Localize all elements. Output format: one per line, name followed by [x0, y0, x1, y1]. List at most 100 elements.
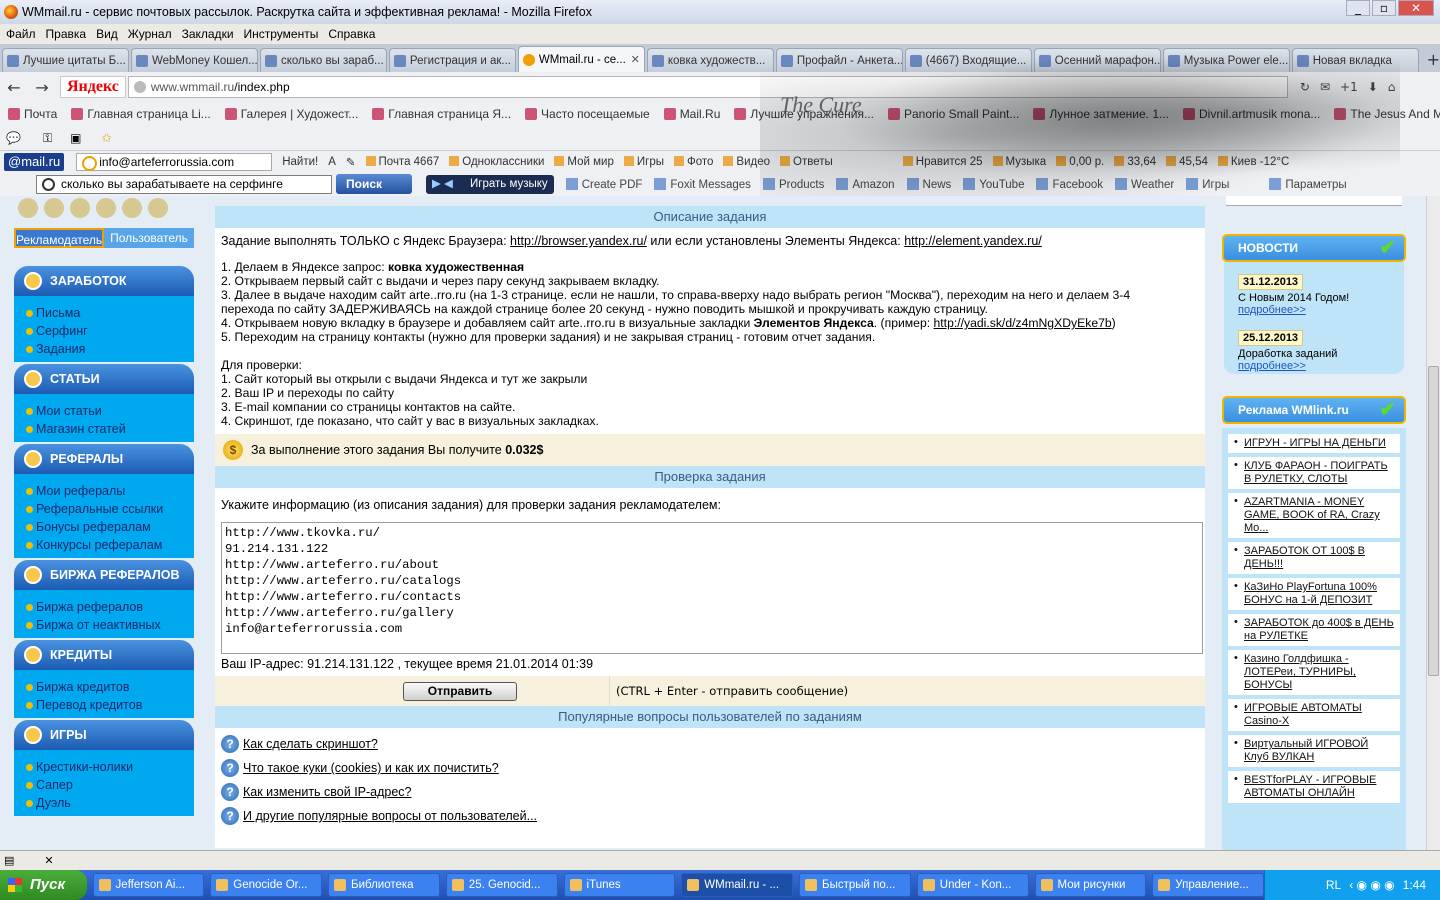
faq-item[interactable]: ? Что такое куки (cookies) и как их почис…: [221, 756, 1199, 780]
key-icon[interactable]: ⚿: [43, 131, 52, 146]
ask-search-button[interactable]: Поиск: [336, 174, 412, 194]
ad-link[interactable]: Казино Голдфишка - ЛОТЕРеи, ТУРНИРЫ, БОН…: [1228, 650, 1400, 695]
sidebar-item-my-referrals[interactable]: Мои рефералы: [14, 482, 194, 500]
sidebar-item-referral-exchange[interactable]: Биржа рефералов: [14, 598, 194, 616]
language-indicator[interactable]: RL: [1326, 878, 1341, 892]
menu-view[interactable]: Вид: [96, 27, 118, 41]
taskbar-item[interactable]: Библиотека: [328, 873, 440, 897]
sidebar-item-my-articles[interactable]: Мои статьи: [14, 402, 194, 420]
new-tab-icon[interactable]: +: [1427, 48, 1440, 72]
ad-link[interactable]: AZARTMANIA - MONEY GAME, BOOK of RA, Cra…: [1228, 493, 1400, 538]
taskbar-item[interactable]: iTunes: [563, 873, 676, 897]
sidebar-item-tasks[interactable]: Задания: [14, 340, 194, 358]
star-icon[interactable]: ✩: [101, 131, 111, 145]
camera-icon[interactable]: ▣: [70, 131, 81, 145]
news-more-link[interactable]: подробнее>>: [1238, 304, 1392, 316]
faq-item[interactable]: ? И другие популярные вопросы от пользова…: [221, 804, 1199, 828]
minimize-button[interactable]: _: [1346, 0, 1370, 16]
ask-item-settings[interactable]: Параметры: [1269, 177, 1347, 191]
sidebar-item-surfing[interactable]: Серфинг: [14, 322, 194, 340]
ask-search-input[interactable]: сколько вы зарабатываете на серфинге: [36, 174, 332, 194]
bookmark-3[interactable]: Главная страница Я...: [372, 107, 511, 121]
bookmark-10[interactable]: The Jesus And Mary ...: [1334, 107, 1440, 121]
mailru-item-mail[interactable]: Почта 4667: [365, 155, 439, 168]
taskbar-item[interactable]: Быстрый по...: [799, 873, 911, 897]
tab-2[interactable]: сколько вы зараб...: [259, 48, 387, 72]
ad-link[interactable]: ИГРОВЫЕ АВТОМАТЫ Casino-X: [1228, 699, 1400, 731]
yandex-browser-link[interactable]: http://browser.yandex.ru/: [510, 234, 647, 248]
send-button[interactable]: Отправить: [403, 681, 517, 701]
mailru-item-eur[interactable]: 45,54: [1166, 155, 1208, 168]
login-user-button[interactable]: Пользователь: [104, 228, 194, 248]
taskbar-item-active[interactable]: WMmail.ru - ...: [681, 873, 794, 897]
mailru-item-ok[interactable]: Одноклассники: [449, 155, 544, 168]
download-icon[interactable]: ⬇: [1368, 80, 1378, 94]
taskbar-item[interactable]: Управление...: [1152, 873, 1265, 897]
cloud-plus-one[interactable]: +1: [1340, 80, 1358, 94]
addon-icon[interactable]: ▤: [4, 854, 14, 867]
taskbar-item[interactable]: Jefferson Ai...: [92, 873, 205, 897]
pen-icon[interactable]: ✎: [346, 155, 356, 169]
menu-help[interactable]: Справка: [328, 27, 375, 41]
tab-9[interactable]: Музыка Power ele...: [1162, 48, 1290, 72]
section-referrals-title[interactable]: РЕФЕРАЛЫ: [14, 444, 194, 474]
sidebar-item-tictactoe[interactable]: Крестики-нолики: [14, 758, 194, 776]
bookmark-7[interactable]: Panorio Small Paint...: [887, 107, 1019, 121]
chat-icon[interactable]: 💬: [6, 131, 21, 145]
mail-icon[interactable]: ✉: [1320, 80, 1330, 94]
ad-link[interactable]: Виртуальный ИГРОВОЙ Клуб ВУЛКАН: [1228, 735, 1400, 767]
ad-link[interactable]: ИГРУН - ИГРЫ НА ДЕНЬГИ: [1228, 434, 1400, 453]
login-advertiser-button[interactable]: Рекламодатель: [14, 228, 104, 248]
ask-item-products[interactable]: Products: [762, 177, 824, 191]
bookmark-9[interactable]: Divnil.artmusik mona...: [1183, 107, 1320, 121]
ad-link[interactable]: BESTforPLAY - ИГРОВЫЕ АВТОМАТЫ ОНЛАЙН: [1228, 771, 1400, 803]
start-button[interactable]: Пуск: [0, 870, 87, 900]
sidebar-item-credit-transfer[interactable]: Перевод кредитов: [14, 696, 194, 714]
mailru-item-usd[interactable]: 33,64: [1114, 155, 1156, 168]
home-icon[interactable]: ⌂: [1388, 80, 1396, 94]
bookmark-1[interactable]: Главная страница Li...: [71, 107, 211, 121]
yandex-elements-link[interactable]: http://element.yandex.ru/: [904, 234, 1042, 248]
ad-link[interactable]: КЛУБ ФАРАОН - ПОИГРАТЬ В РУЛЕТКУ, СЛОТЫ: [1228, 457, 1400, 489]
yandex-logo[interactable]: Яндекс: [60, 76, 126, 98]
scrollbar-thumb[interactable]: [1428, 366, 1439, 676]
section-credits-title[interactable]: КРЕДИТЫ: [14, 640, 194, 670]
play-music-control[interactable]: Играть музыку: [426, 174, 554, 194]
tab-4-active[interactable]: WMmail.ru - се... ✕: [517, 46, 645, 72]
page-scrollbar[interactable]: [1426, 196, 1440, 850]
taskbar-item[interactable]: Under - Kon...: [916, 873, 1029, 897]
mailru-item-money[interactable]: 0,00 р.: [1056, 155, 1104, 168]
section-games-title[interactable]: ИГРЫ: [14, 720, 194, 750]
mailru-item-myworld[interactable]: Мой мир: [554, 155, 614, 168]
tab-6[interactable]: Профайл - Анкета...: [775, 48, 903, 72]
news-more-link[interactable]: подробнее>>: [1238, 360, 1392, 372]
sidebar-item-letters[interactable]: Письма: [14, 304, 194, 322]
section-referral-exchange-title[interactable]: БИРЖА РЕФЕРАЛОВ: [14, 560, 194, 590]
sidebar-item-referral-links[interactable]: Реферальные ссылки: [14, 500, 194, 518]
menu-bookmarks[interactable]: Закладки: [182, 27, 234, 41]
mailru-item-music[interactable]: Музыка: [992, 155, 1046, 168]
bookmark-2[interactable]: Галерея | Художест...: [224, 107, 358, 121]
close-tab-icon[interactable]: ✕: [631, 53, 640, 66]
ask-item-create-pdf[interactable]: Create PDF: [565, 177, 642, 191]
forward-arrow-icon[interactable]: →: [28, 78, 56, 97]
bookmark-8[interactable]: Лунное затмение. 1...: [1033, 107, 1169, 121]
clock[interactable]: 1:44: [1403, 878, 1426, 892]
section-articles-title[interactable]: СТАТЬИ: [14, 364, 194, 394]
taskbar-item[interactable]: Genocide Or...: [210, 873, 323, 897]
menu-history[interactable]: Журнал: [128, 27, 172, 41]
sidebar-item-article-shop[interactable]: Магазин статей: [14, 420, 194, 438]
mailru-item-games[interactable]: Игры: [623, 155, 664, 168]
tab-3[interactable]: Регистрация и ак...: [388, 48, 516, 72]
ask-item-games[interactable]: Игры: [1186, 177, 1229, 191]
bookmark-5[interactable]: Mail.Ru: [663, 107, 720, 121]
faq-item[interactable]: ? Как изменить свой IP-адрес?: [221, 780, 1199, 804]
sidebar-item-referral-bonuses[interactable]: Бонусы рефералам: [14, 518, 194, 536]
close-window-button[interactable]: ✕: [1398, 0, 1434, 16]
maximize-button[interactable]: ▫: [1372, 0, 1396, 16]
bookmark-0[interactable]: Почта: [8, 107, 57, 121]
taskbar-item[interactable]: 25. Genocid...: [445, 873, 558, 897]
sidebar-item-minesweeper[interactable]: Сапер: [14, 776, 194, 794]
menu-file[interactable]: Файл: [6, 27, 36, 41]
tab-1[interactable]: WebMoney Кошел...: [130, 48, 258, 72]
